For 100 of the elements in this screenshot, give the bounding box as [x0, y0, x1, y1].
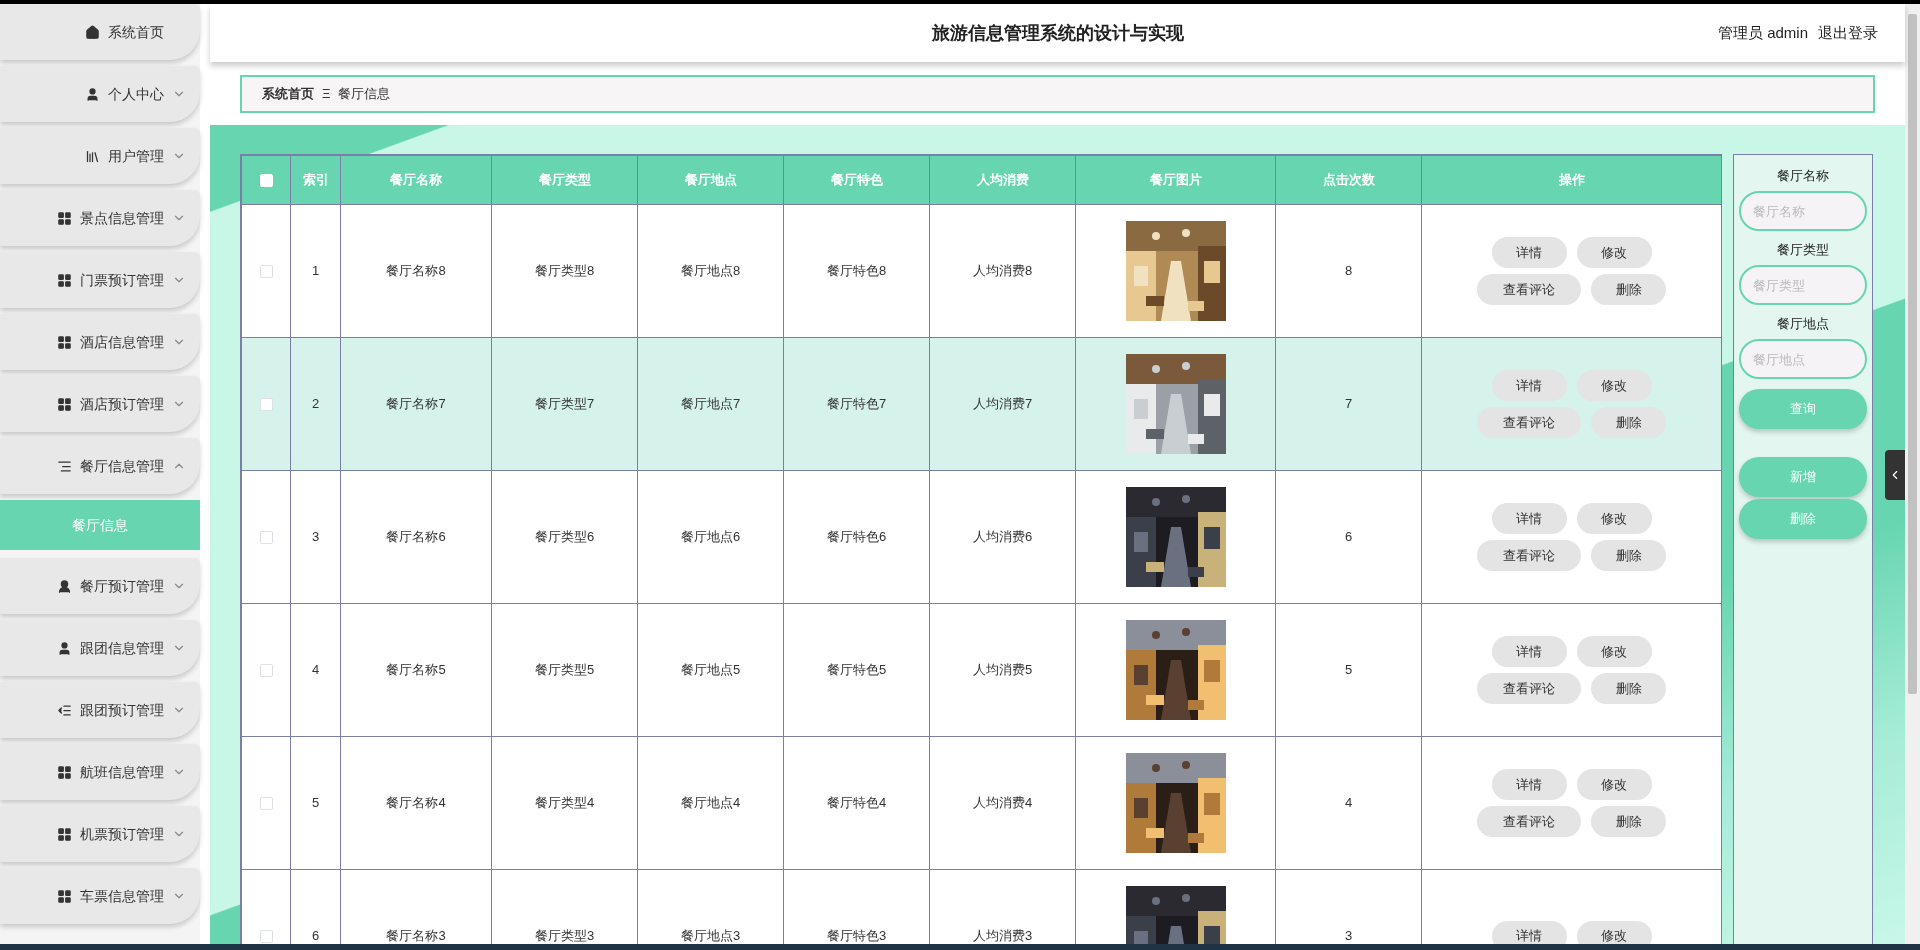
- sidebar-item[interactable]: 酒店预订管理: [0, 376, 200, 432]
- action-button[interactable]: 修改: [1576, 370, 1652, 401]
- action-button[interactable]: 删除: [1591, 540, 1666, 571]
- action-button[interactable]: 查看评论: [1477, 540, 1581, 571]
- side-tab[interactable]: [1885, 450, 1905, 500]
- grid-icon: [57, 888, 72, 904]
- list-icon: [57, 702, 72, 718]
- action-button[interactable]: 详情: [1491, 503, 1567, 534]
- table-cell-text: 餐厅特色3: [826, 927, 887, 944]
- table-cell-text: 餐厅名称5: [386, 661, 446, 680]
- table-cell-text: 餐厅特色4: [826, 794, 887, 813]
- breadcrumb-item[interactable]: 系统首页: [262, 84, 314, 104]
- table-cell-text: 4: [311, 661, 320, 680]
- checkbox[interactable]: [259, 530, 273, 544]
- action-button[interactable]: 删除: [1591, 673, 1666, 704]
- action-button[interactable]: 详情: [1491, 769, 1567, 800]
- action-button[interactable]: 修改: [1576, 237, 1652, 268]
- table-cell-text: 3: [1344, 927, 1353, 944]
- action-button[interactable]: 详情: [1491, 237, 1567, 268]
- column-header: 餐厅图片: [1075, 155, 1276, 205]
- breadcrumb-item[interactable]: 餐厅信息: [338, 84, 391, 104]
- table-cell-text: 餐厅类型7: [534, 395, 595, 414]
- action-button[interactable]: 删除: [1591, 407, 1666, 438]
- sidebar-item[interactable]: 用户管理: [0, 128, 200, 184]
- table-cell-text: 6: [1344, 528, 1353, 547]
- table-cell-text: 餐厅类型5: [534, 661, 595, 680]
- table-row[interactable]: 6 餐厅名称3 餐厅类型3 餐厅地点3 餐厅特色3 人均消费3 3 详情 修改: [241, 869, 1722, 944]
- table-cell-text: 餐厅地点7: [680, 395, 741, 414]
- action-button[interactable]: 修改: [1576, 636, 1652, 667]
- action-button[interactable]: 查看评论: [1477, 806, 1581, 837]
- sidebar-item[interactable]: 航班信息管理: [0, 744, 200, 800]
- action-button[interactable]: 查看评论: [1477, 407, 1581, 438]
- action-button[interactable]: 详情: [1491, 636, 1567, 667]
- table-cell-text: 餐厅特色8: [826, 262, 887, 281]
- action-button[interactable]: 详情: [1491, 920, 1567, 944]
- sidebar-item[interactable]: 餐厅预订管理: [0, 558, 200, 614]
- table-cell-text: 餐厅名称8: [386, 262, 446, 281]
- table-row[interactable]: 3 餐厅名称6 餐厅类型6 餐厅地点6 餐厅特色6 人均消费6 6 详情 修改 查看评论 删除: [241, 470, 1722, 604]
- table-row[interactable]: 1 餐厅名称8 餐厅类型8 餐厅地点8 餐厅特色8 人均消费8 8 详情 修改 查看评论 删除: [241, 204, 1722, 338]
- sidebar-item[interactable]: 跟团信息管理: [0, 620, 200, 676]
- table-cell-text: 餐厅名称6: [386, 528, 446, 547]
- sidebar-item[interactable]: 酒店信息管理: [0, 314, 200, 370]
- action-button[interactable]: 查看评论: [1477, 274, 1581, 305]
- column-header: 操作: [1421, 155, 1722, 205]
- vertical-scrollbar[interactable]: [1905, 4, 1920, 944]
- horizontal-scrollbar[interactable]: [0, 944, 1920, 950]
- action-button[interactable]: 删除: [1591, 806, 1666, 837]
- field-label: 餐厅地点: [1777, 315, 1829, 333]
- table-cell-text: 餐厅地点5: [680, 661, 741, 680]
- checkbox[interactable]: [259, 397, 273, 411]
- sidebar-item[interactable]: 门票预订管理: [0, 252, 200, 308]
- column-header: 点击次数: [1275, 155, 1422, 205]
- grid-icon: [57, 210, 72, 226]
- table-row[interactable]: 4 餐厅名称5 餐厅类型5 餐厅地点5 餐厅特色5 人均消费5 5 详情 修改 查看评论 删除: [241, 603, 1722, 737]
- checkbox[interactable]: [259, 929, 273, 943]
- grid-icon: [57, 396, 72, 412]
- table-cell-text: 7: [1344, 395, 1353, 414]
- table-cell-text: 人均消费7: [972, 395, 1033, 414]
- table-cell-text: 人均消费3: [972, 927, 1033, 944]
- table-cell-text: 餐厅名称3: [386, 927, 446, 944]
- checkbox[interactable]: [259, 663, 273, 677]
- table-cell-text: 人均消费4: [972, 794, 1033, 813]
- user-name: 管理员 admin: [1717, 22, 1808, 43]
- table-cell-text: 餐厅特色7: [826, 395, 887, 414]
- action-button[interactable]: 查看评论: [1477, 673, 1581, 704]
- table-cell-text: 5: [311, 794, 320, 813]
- table-cell-text: 人均消费8: [972, 262, 1033, 281]
- table-cell-text: 2: [311, 395, 320, 414]
- checkbox[interactable]: [259, 264, 273, 278]
- grid-icon: [57, 334, 72, 350]
- sidebar-item[interactable]: 景点信息管理: [0, 190, 200, 246]
- logout-link[interactable]: 退出登录: [1818, 21, 1878, 45]
- sidebar-item[interactable]: 车票信息管理: [0, 868, 200, 924]
- action-button[interactable]: 修改: [1576, 769, 1652, 800]
- sidebar-item[interactable]: 餐厅信息管理: [0, 438, 200, 494]
- table-cell-text: 餐厅类型8: [534, 262, 595, 281]
- sidebar-item[interactable]: 个人中心: [0, 66, 200, 122]
- lines-icon: [57, 458, 72, 474]
- sidebar-item[interactable]: 系统首页: [0, 4, 200, 60]
- field-label: 餐厅类型: [1777, 241, 1829, 259]
- column-header: 餐厅类型: [491, 155, 638, 205]
- checkbox[interactable]: [259, 796, 273, 810]
- sidebar-item[interactable]: 跟团预订管理: [0, 682, 200, 738]
- table-row[interactable]: 5 餐厅名称4 餐厅类型4 餐厅地点4 餐厅特色4 人均消费4 4 详情 修改 查看评论 删除: [241, 736, 1722, 870]
- action-button[interactable]: 修改: [1576, 503, 1652, 534]
- table-cell-text: 3: [311, 528, 320, 547]
- user-icon: [57, 578, 72, 594]
- table-cell-text: 餐厅类型3: [534, 927, 595, 944]
- action-button[interactable]: 修改: [1576, 920, 1652, 944]
- column-header: 餐厅名称: [340, 155, 492, 205]
- table-cell-text: 1: [311, 262, 320, 281]
- sidebar-item[interactable]: 机票预订管理: [0, 806, 200, 862]
- table-cell-text: 餐厅特色5: [826, 661, 887, 680]
- action-button[interactable]: 删除: [1591, 274, 1666, 305]
- table-row[interactable]: 2 餐厅名称7 餐厅类型7 餐厅地点7 餐厅特色7 人均消费7 7 详情 修改 查看评论 删除: [241, 337, 1722, 471]
- grid-icon: [57, 764, 72, 780]
- column-header: 索引: [290, 155, 341, 205]
- action-button[interactable]: 详情: [1491, 370, 1567, 401]
- table-cell-text: 餐厅类型6: [534, 528, 595, 547]
- books-icon: [85, 148, 100, 164]
